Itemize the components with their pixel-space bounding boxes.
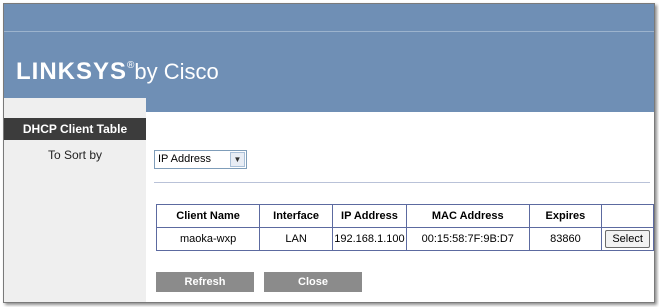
sidebar: DHCP Client Table To Sort by (4, 98, 146, 302)
column-header-interface: Interface (259, 204, 334, 228)
table-row: maoka-wxp LAN 192.168.1.100 00:15:58:7F:… (155, 227, 654, 251)
top-bar (4, 4, 654, 32)
cell-ip-address: 192.168.1.100 (332, 227, 407, 251)
chevron-down-icon[interactable]: ▼ (230, 152, 245, 167)
logo-byline: by Cisco (134, 59, 219, 84)
header-banner: LINKSYS®by Cisco (4, 32, 654, 98)
close-button[interactable]: Close (264, 272, 362, 292)
cell-expires: 83860 (528, 227, 603, 251)
cell-client-name: maoka-wxp (155, 227, 261, 251)
table-header-row: Client Name Interface IP Address MAC Add… (155, 204, 654, 228)
linksys-logo: LINKSYS®by Cisco (16, 58, 219, 86)
router-admin-window: LINKSYS®by Cisco DHCP Client Table To So… (3, 3, 655, 303)
cell-action: Select (601, 227, 654, 251)
refresh-button[interactable]: Refresh (156, 272, 254, 292)
column-header-expires: Expires (528, 204, 603, 228)
cell-interface: LAN (259, 227, 334, 251)
main-content: IP Address ▼ Client Name Interface IP Ad… (146, 112, 654, 302)
column-header-client-name: Client Name (155, 204, 261, 228)
sort-label: To Sort by (47, 148, 103, 162)
logo-brand: LINKSYS (16, 58, 128, 85)
sort-select-value: IP Address (158, 153, 211, 165)
select-client-button[interactable]: Select (605, 230, 650, 248)
dhcp-client-table: Client Name Interface IP Address MAC Add… (155, 204, 654, 251)
divider (154, 182, 650, 183)
cell-mac-address: 00:15:58:7F:9B:D7 (405, 227, 530, 251)
column-header-action (601, 204, 654, 228)
column-header-mac-address: MAC Address (405, 204, 530, 228)
column-header-ip-address: IP Address (332, 204, 407, 228)
logo-registered-mark: ® (127, 60, 135, 71)
sort-select[interactable]: IP Address ▼ (154, 150, 247, 169)
page-title: DHCP Client Table (4, 118, 146, 140)
